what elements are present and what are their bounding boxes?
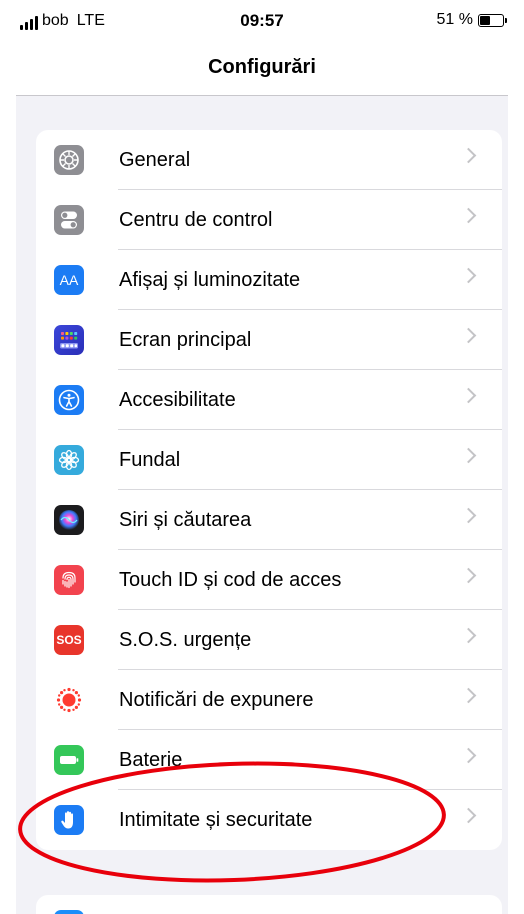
battery-percentage: 51 % — [436, 11, 473, 28]
sos-icon: SOS — [54, 625, 84, 655]
sos-icon-letters: SOS — [56, 633, 82, 647]
settings-row-label: Intimitate și securitate — [119, 808, 313, 831]
gear-icon — [54, 145, 84, 175]
battery-icon — [54, 745, 84, 775]
chevron-right-icon — [460, 147, 477, 164]
settings-row-label: S.O.S. urgențe — [119, 628, 252, 651]
settings-row-label: Accesibilitate — [119, 388, 236, 411]
settings-row-label: Ecran principal — [119, 328, 252, 351]
settings-list: General Centru de control AA Afișaj și l — [36, 130, 502, 850]
toggles-icon — [54, 205, 84, 235]
status-bar: bob LTE 09:57 51 % — [16, 0, 508, 48]
settings-row-display-brightness[interactable]: AA Afișaj și luminozitate — [36, 250, 502, 310]
settings-row-control-center[interactable]: Centru de control — [36, 190, 502, 250]
hand-icon — [54, 805, 84, 835]
settings-row-label: Fundal — [119, 448, 181, 471]
settings-row-label: Centru de control — [119, 208, 273, 231]
siri-icon — [54, 505, 84, 535]
status-time: 09:57 — [240, 11, 284, 30]
app-store-icon — [54, 910, 84, 914]
settings-row-privacy-security[interactable]: Intimitate și securitate — [36, 790, 502, 850]
chevron-right-icon — [460, 207, 477, 224]
settings-row-exposure-notifications[interactable]: Notificări de expunere — [36, 670, 502, 730]
chevron-right-icon — [460, 447, 477, 464]
settings-row-wallpaper[interactable]: Fundal — [36, 430, 502, 490]
battery-tip — [505, 17, 507, 23]
chevron-right-icon — [460, 327, 477, 344]
settings-screen: bob LTE 09:57 51 % Configurări General C… — [16, 0, 508, 914]
settings-row-label: Baterie — [119, 748, 183, 771]
accessibility-icon — [54, 385, 84, 415]
settings-row-label: Touch ID și cod de acces — [119, 568, 342, 591]
text-size-icon-letters: AA — [59, 272, 79, 288]
settings-row-siri-search[interactable]: Siri și căutarea — [36, 490, 502, 550]
battery-status-icon — [478, 13, 507, 27]
chevron-right-icon — [460, 267, 477, 284]
exposure-icon — [54, 685, 84, 715]
settings-row-label: General — [119, 148, 191, 171]
settings-row-label: Afișaj și luminozitate — [119, 268, 301, 291]
text-size-icon: AA — [54, 265, 84, 295]
chevron-right-icon — [460, 567, 477, 584]
settings-row-battery[interactable]: Baterie — [36, 730, 502, 790]
battery-fill — [480, 15, 490, 25]
status-right: 51 % — [436, 11, 507, 29]
chevron-right-icon — [460, 387, 477, 404]
settings-row-home-screen[interactable]: Ecran principal — [36, 310, 502, 370]
settings-row-general[interactable]: General — [36, 130, 502, 190]
chevron-right-icon — [460, 507, 477, 524]
settings-row-emergency-sos[interactable]: SOS S.O.S. urgențe — [36, 610, 502, 670]
page-title: Configurări — [208, 56, 316, 78]
flower-icon — [54, 445, 84, 475]
chevron-right-icon — [460, 687, 477, 704]
settings-group-next — [36, 895, 502, 914]
settings-row-label: Notificări de expunere — [119, 688, 314, 711]
chevron-right-icon — [460, 807, 477, 824]
home-grid-icon — [54, 325, 84, 355]
settings-row-touch-id[interactable]: Touch ID și cod de acces — [36, 550, 502, 610]
settings-row-label: Siri și căutarea — [119, 508, 252, 531]
chevron-right-icon — [460, 747, 477, 764]
fingerprint-icon — [54, 565, 84, 595]
navigation-bar: Configurări — [16, 48, 508, 96]
chevron-right-icon — [460, 627, 477, 644]
settings-row-accessibility[interactable]: Accesibilitate — [36, 370, 502, 430]
